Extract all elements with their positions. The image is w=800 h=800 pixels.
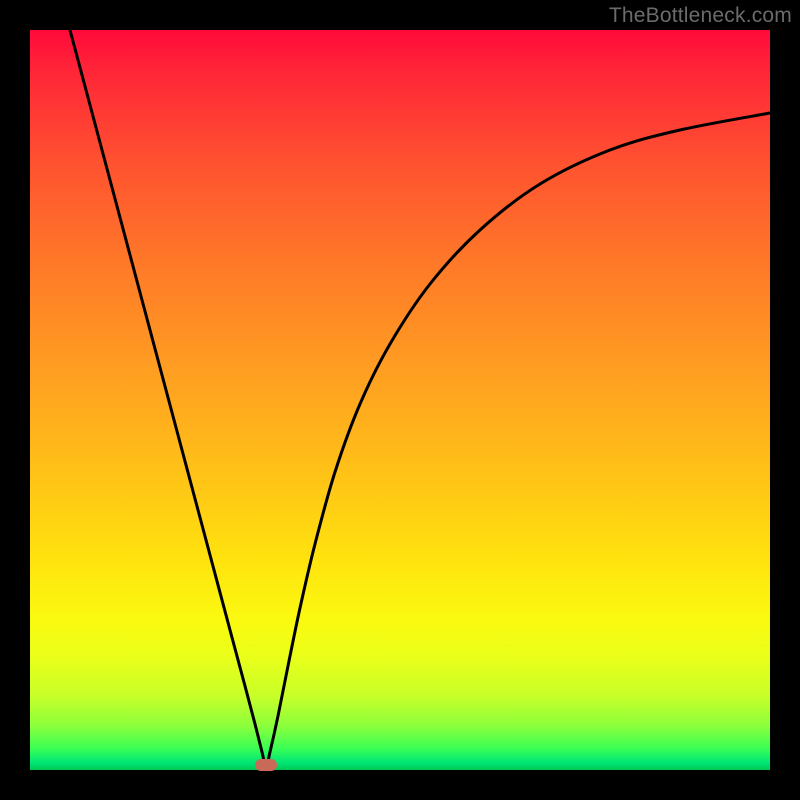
minimum-marker [255,759,277,771]
plot-area [30,30,770,770]
watermark-text: TheBottleneck.com [609,4,792,28]
chart-frame: TheBottleneck.com [0,0,800,800]
bottleneck-curve [30,30,770,770]
